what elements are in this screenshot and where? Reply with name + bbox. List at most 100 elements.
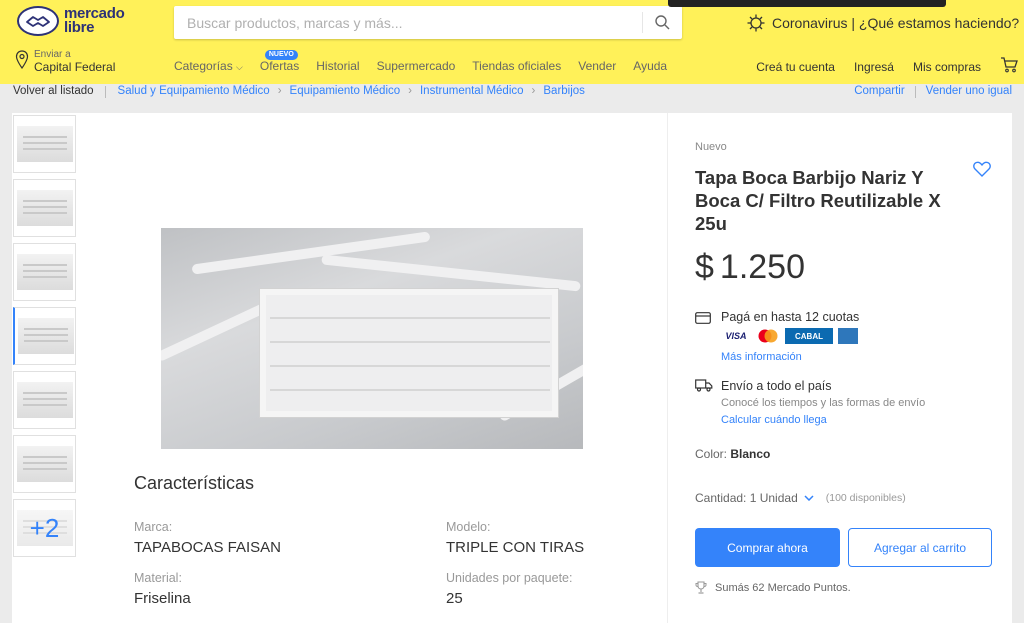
nav-tiendas-oficiales[interactable]: Tiendas oficiales — [472, 59, 561, 73]
share-link[interactable]: Compartir — [854, 85, 904, 98]
stock-available: (100 disponibles) — [825, 492, 906, 504]
color-selector: Color: Blanco — [695, 447, 770, 461]
thumbnail-more[interactable]: +2 — [13, 499, 76, 557]
attribute-material: Material: Friselina — [134, 571, 191, 607]
attribute-key: Marca: — [134, 520, 173, 534]
breadcrumb-divider — [104, 86, 106, 98]
breadcrumb-item-salud[interactable]: Salud y Equipamiento Médico — [118, 85, 270, 99]
more-images-label: +2 — [29, 512, 60, 543]
search-bar — [174, 6, 682, 39]
visa-icon: VISA — [725, 331, 747, 341]
my-purchases-link[interactable]: Mis compras — [913, 60, 981, 74]
attribute-key: Material: — [134, 571, 182, 585]
breadcrumb-actions: Compartir Vender uno igual — [854, 85, 1012, 98]
chevron-right-icon: › — [531, 85, 536, 97]
chevron-down-icon: ⌵ — [236, 62, 243, 72]
quantity-label: Cantidad: 1 Unidad — [695, 491, 798, 505]
color-label: Color: — [695, 447, 728, 461]
installments-text: Pagá en hasta 12 cuotas — [721, 310, 860, 324]
mercadolibre-logo[interactable]: mercado libre — [17, 6, 125, 36]
chevron-right-icon: › — [277, 85, 282, 97]
add-to-cart-button[interactable]: Agregar al carrito — [848, 528, 992, 567]
cabal-label: CABAL — [795, 331, 823, 341]
nav-supermercado[interactable]: Supermercado — [377, 59, 456, 73]
chevron-down-icon — [804, 495, 814, 501]
breadcrumb-item-barbijos[interactable]: Barbijos — [543, 85, 585, 99]
logo-text-line2: libre — [64, 19, 95, 36]
thumbnail-4[interactable] — [13, 307, 76, 365]
shipping-subtext: Conocé los tiempos y las formas de envío — [721, 397, 926, 409]
nav-ofertas[interactable]: NUEVO Ofertas — [259, 50, 300, 73]
attribute-value: 25 — [446, 590, 463, 607]
face-mask-picture — [259, 288, 559, 418]
chevron-right-icon: › — [408, 85, 412, 97]
product-panel: +2 Características Marca: TAPABOCAS FAIS… — [12, 113, 1012, 623]
favorite-heart-icon[interactable] — [973, 161, 991, 182]
buy-now-button[interactable]: Comprar ahora — [695, 528, 840, 567]
attribute-modelo: Modelo: TRIPLE CON TIRAS — [446, 520, 584, 556]
attribute-marca: Marca: TAPABOCAS FAISAN — [134, 520, 281, 556]
price-currency: $ — [695, 248, 714, 286]
thumbnail-2[interactable] — [13, 179, 76, 237]
mercado-points: Sumás 62 Mercado Puntos. — [695, 581, 851, 594]
covid-link[interactable]: Coronavirus | ¿Qué estamos haciendo? — [772, 15, 1019, 31]
quantity-selector[interactable]: Cantidad: 1 Unidad (100 disponibles) — [695, 491, 906, 505]
thumbnail-gallery: +2 — [12, 113, 78, 558]
calculate-shipping-link[interactable]: Calcular cuándo llega — [721, 414, 827, 426]
shipping-location[interactable]: Enviar a Capital Federal — [15, 50, 115, 74]
nav-categorias-label: Categorías — [174, 59, 233, 73]
product-main-image[interactable] — [161, 228, 583, 449]
attribute-value: TRIPLE CON TIRAS — [446, 539, 585, 556]
breadcrumb-divider — [914, 86, 916, 98]
nav-ayuda[interactable]: Ayuda — [633, 59, 667, 73]
cabal-icon: CABAL — [785, 328, 833, 344]
thumbnail-1[interactable] — [13, 115, 76, 173]
mastercard-icon — [756, 328, 780, 344]
nav-categorias[interactable]: Categorías ⌵ — [174, 59, 243, 73]
breadcrumb-item-instrumental[interactable]: Instrumental Médico — [420, 85, 524, 99]
nav-ofertas-label: Ofertas — [259, 59, 300, 73]
nav-historial[interactable]: Historial — [316, 59, 359, 73]
trophy-icon — [695, 581, 707, 594]
characteristics-title: Características — [134, 473, 255, 493]
location-label: Enviar a — [34, 49, 71, 60]
sell-similar-link[interactable]: Vender uno igual — [926, 85, 1012, 98]
payment-methods: VISA CABAL — [721, 328, 863, 344]
search-button[interactable] — [642, 12, 682, 33]
location-value: Capital Federal — [34, 60, 116, 74]
breadcrumb-item-equipamiento[interactable]: Equipamiento Médico — [290, 85, 401, 99]
more-info-link[interactable]: Más información — [721, 351, 802, 363]
login-link[interactable]: Ingresá — [854, 60, 894, 74]
amex-icon — [838, 328, 858, 344]
virus-icon — [747, 14, 765, 32]
nav-vender[interactable]: Vender — [578, 59, 616, 73]
new-badge: NUEVO — [264, 50, 298, 60]
truck-icon — [695, 379, 713, 397]
price-amount: 1.250 — [719, 248, 806, 286]
covid-banner[interactable]: Coronavirus | ¿Qué estamos haciendo? — [747, 14, 1019, 32]
handshake-icon — [17, 6, 59, 36]
search-input[interactable] — [174, 6, 634, 39]
header: mercado libre Coronavirus | ¿Qué estamos… — [0, 0, 1024, 84]
points-text: Sumás 62 Mercado Puntos. — [715, 581, 851, 594]
attribute-key: Unidades por paquete: — [446, 571, 573, 585]
color-value: Blanco — [730, 447, 771, 461]
cart-icon[interactable] — [1000, 57, 1018, 76]
attribute-value: Friselina — [134, 590, 191, 607]
thumbnail-5[interactable] — [13, 371, 76, 429]
account-nav: Creá tu cuenta Ingresá Mis compras — [737, 57, 1018, 76]
location-pin-icon — [15, 50, 29, 70]
attribute-unidades: Unidades por paquete: 25 — [446, 571, 572, 607]
product-title: Tapa Boca Barbijo Nariz Y Boca C/ Filtro… — [695, 167, 941, 234]
create-account-link[interactable]: Creá tu cuenta — [756, 60, 835, 74]
condition-label: Nuevo — [695, 141, 727, 153]
back-to-list-link[interactable]: Volver al listado — [13, 85, 94, 99]
thumbnail-3[interactable] — [13, 243, 76, 301]
thumbnail-6[interactable] — [13, 435, 76, 493]
column-divider — [667, 113, 668, 623]
main-nav: Categorías ⌵ NUEVO Ofertas Historial Supe… — [174, 50, 684, 73]
shipping-text: Envío a todo el país — [721, 379, 832, 393]
attribute-key: Modelo: — [446, 520, 491, 534]
search-icon — [655, 15, 670, 30]
attribute-value: TAPABOCAS FAISAN — [134, 539, 281, 556]
